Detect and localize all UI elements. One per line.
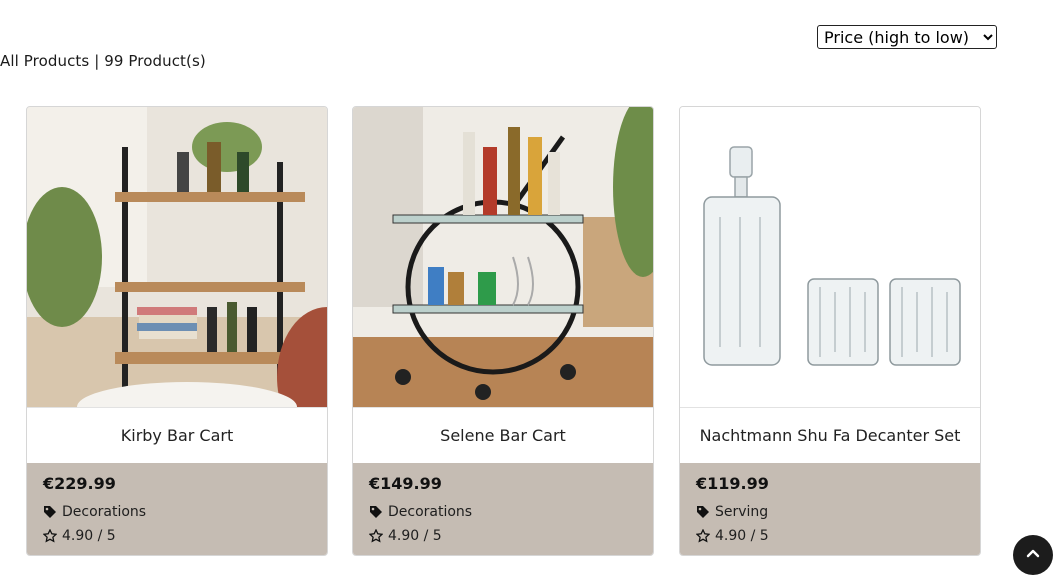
- category-label: Decorations: [62, 504, 147, 520]
- category-label: Serving: [715, 504, 769, 520]
- category-label: Decorations: [388, 504, 473, 520]
- product-image[interactable]: [680, 107, 980, 407]
- product-name[interactable]: Selene Bar Cart: [353, 407, 653, 463]
- product-info: €149.99 Decorations 4.90 / 5: [353, 463, 653, 555]
- product-card[interactable]: Nachtmann Shu Fa Decanter Set €119.99 Se…: [679, 106, 981, 556]
- page-heading: All Products | 99 Product(s): [0, 52, 206, 70]
- product-price: €229.99: [43, 474, 116, 493]
- sort-select[interactable]: Price (high to low): [817, 25, 997, 49]
- product-image[interactable]: [353, 107, 653, 407]
- tag-icon: [696, 505, 710, 519]
- rating-label: 4.90 / 5: [62, 528, 116, 544]
- star-icon: [369, 529, 383, 543]
- product-info: €119.99 Serving 4.90 / 5: [680, 463, 980, 555]
- product-rating: 4.90 / 5: [696, 524, 964, 548]
- product-rating: 4.90 / 5: [369, 524, 637, 548]
- rating-label: 4.90 / 5: [388, 528, 442, 544]
- tag-icon: [369, 505, 383, 519]
- star-icon: [43, 529, 57, 543]
- tag-icon: [43, 505, 57, 519]
- chevron-up-icon: [1025, 545, 1041, 565]
- star-icon: [696, 529, 710, 543]
- product-category: Decorations: [369, 500, 637, 524]
- product-card[interactable]: Kirby Bar Cart €229.99 Decorations 4.90 …: [26, 106, 328, 556]
- rating-label: 4.90 / 5: [715, 528, 769, 544]
- product-card[interactable]: Selene Bar Cart €149.99 Decorations 4.90…: [352, 106, 654, 556]
- product-price: €149.99: [369, 474, 442, 493]
- product-name[interactable]: Nachtmann Shu Fa Decanter Set: [680, 407, 980, 463]
- scroll-to-top-button[interactable]: [1013, 535, 1053, 575]
- product-category: Serving: [696, 500, 964, 524]
- product-category: Decorations: [43, 500, 311, 524]
- product-info: €229.99 Decorations 4.90 / 5: [27, 463, 327, 555]
- product-name[interactable]: Kirby Bar Cart: [27, 407, 327, 463]
- product-rating: 4.90 / 5: [43, 524, 311, 548]
- product-image[interactable]: [27, 107, 327, 407]
- product-price: €119.99: [696, 474, 769, 493]
